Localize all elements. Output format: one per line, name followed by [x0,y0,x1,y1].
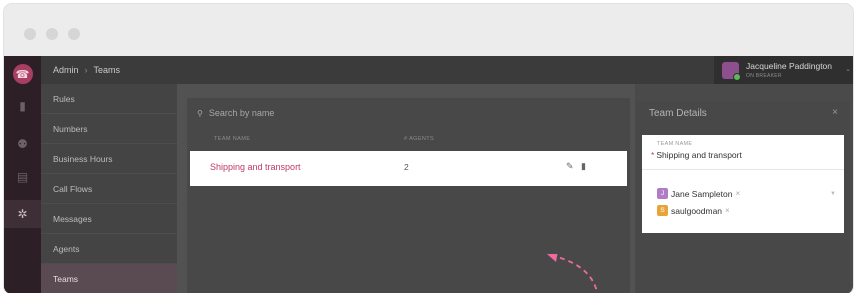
details-title: Team Details [649,108,707,119]
member-chip: S saulgoodman × [657,204,730,217]
list-icon[interactable]: ▤ [4,163,41,191]
member-chip: J Jane Sampleton × [657,187,740,200]
trash-icon[interactable]: ▮ [581,161,586,172]
users-icon[interactable]: ⚉ [4,130,41,158]
minimize-window-dot[interactable] [46,28,58,40]
microphone-icon[interactable]: ▮ [4,92,41,120]
sidebar-item-teams[interactable]: Teams [41,264,177,293]
user-status: ON BREAKER [746,73,782,79]
column-header-team-name[interactable]: TEAM NAME [214,136,250,142]
team-name-label: TEAM NAME [657,141,693,147]
team-details-form: TEAM NAME * Shipping and transport J Jane… [642,135,844,233]
window-controls [24,28,80,40]
team-details-panel: Team Details × TEAM NAME * Shipping and t… [636,101,850,293]
sidebar-item-business-hours[interactable]: Business Hours [41,144,177,174]
dropdown-arrow-icon[interactable]: ▼ [830,191,836,197]
gear-icon[interactable]: ✲ [4,200,41,228]
edit-icon[interactable]: ✎ [566,161,574,172]
avatar: J [657,188,668,199]
search-input[interactable]: ⚲ Search by name [197,108,274,118]
breadcrumb: Admin › Teams [53,65,120,75]
column-header-agents[interactable]: # AGENTS [404,136,434,142]
close-window-dot[interactable] [24,28,36,40]
browser-window: ☎ ▮ ⚉ ▤ ✲ Admin › Teams Jacqueline Padding… [3,3,854,293]
chevron-down-icon[interactable]: ⌄ [845,65,851,73]
close-icon[interactable]: × [832,107,838,118]
required-mark: * [651,150,655,160]
sidebar-item-call-flows[interactable]: Call Flows [41,174,177,204]
app-area: ☎ ▮ ⚉ ▤ ✲ Admin › Teams Jacqueline Padding… [4,56,853,293]
team-name-link[interactable]: Shipping and transport [210,162,301,172]
member-name: Jane Sampleton [671,188,733,199]
breadcrumb-teams: Teams [93,65,121,75]
agent-count: 2 [404,162,409,172]
maximize-window-dot[interactable] [68,28,80,40]
admin-sidebar: Rules Numbers Business Hours Call Flows … [41,84,177,293]
sidebar-item-rules[interactable]: Rules [41,84,177,114]
sidebar-item-agents[interactable]: Agents [41,234,177,264]
remove-icon[interactable]: × [735,189,740,198]
avatar [722,62,741,81]
icon-rail: ☎ ▮ ⚉ ▤ ✲ [4,56,41,293]
breadcrumb-separator: › [84,65,88,75]
user-menu[interactable]: Jacqueline Paddington ON BREAKER ⌄ [714,56,853,84]
search-icon: ⚲ [197,109,203,118]
team-name-field[interactable]: * Shipping and transport [651,150,742,160]
dashed-arrow-icon [547,254,599,293]
team-name-value: Shipping and transport [656,150,742,160]
top-bar: Admin › Teams Jacqueline Paddington ON BRE… [41,56,853,84]
avatar: S [657,205,668,216]
table-row[interactable]: Shipping and transport 2 ✎ ▮ [190,151,627,186]
sidebar-item-messages[interactable]: Messages [41,204,177,234]
phone-icon[interactable]: ☎ [4,60,41,88]
divider [642,169,844,170]
remove-icon[interactable]: × [725,206,730,215]
sidebar-item-numbers[interactable]: Numbers [41,114,177,144]
search-placeholder: Search by name [208,108,275,118]
member-name: saulgoodman [671,205,723,216]
user-name: Jacqueline Paddington [746,61,833,71]
breadcrumb-admin[interactable]: Admin [53,65,79,75]
